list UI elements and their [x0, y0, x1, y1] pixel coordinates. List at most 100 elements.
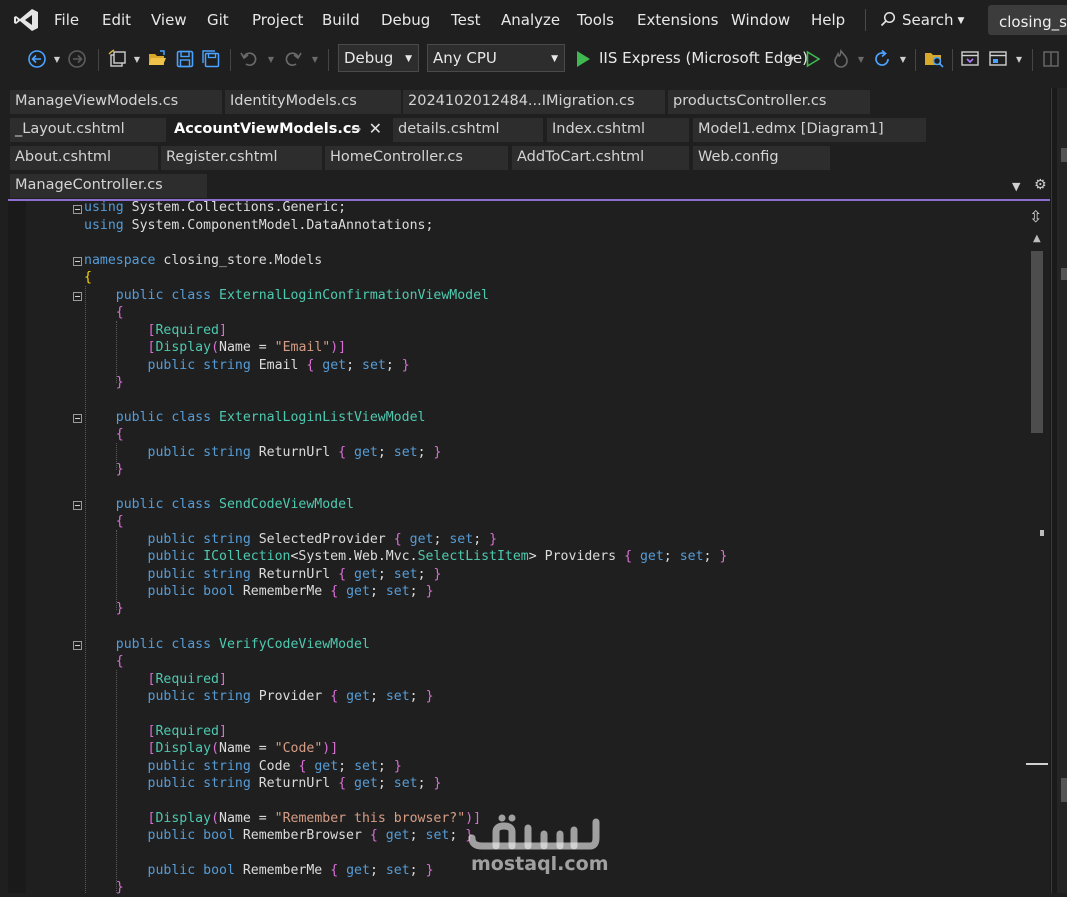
- code-line[interactable]: public ICollection<System.Web.Mvc.Select…: [84, 549, 728, 566]
- tab-about[interactable]: About.cshtml: [10, 146, 158, 170]
- code-line[interactable]: [Display(Name = "Remember this browser?"…: [84, 811, 482, 828]
- tab-identitymodels[interactable]: IdentityModels.cs: [225, 90, 401, 114]
- tab-model1-diagram[interactable]: Model1.edmx [Diagram1]: [693, 118, 926, 142]
- navigate-forward-button[interactable]: [66, 45, 88, 73]
- menu-file[interactable]: File: [54, 11, 79, 29]
- redo-button[interactable]: [282, 45, 304, 73]
- tab-addtocart[interactable]: AddToCart.cshtml: [512, 146, 689, 170]
- code-line[interactable]: public string ReturnUrl { get; set; }: [84, 776, 442, 793]
- tab-list-dropdown-icon[interactable]: ▼: [1012, 180, 1020, 193]
- code-line[interactable]: public class ExternalLoginListViewModel: [84, 410, 426, 427]
- tab-managecontroller[interactable]: ManageController.cs: [10, 174, 207, 198]
- scrollbar-thumb[interactable]: [1031, 251, 1043, 433]
- code-line[interactable]: {: [84, 654, 124, 671]
- tab-webconfig[interactable]: Web.config: [693, 146, 830, 170]
- start-without-debugging-button[interactable]: [803, 45, 823, 73]
- undo-chevron-icon[interactable]: ▼: [266, 45, 276, 73]
- browser-link-button[interactable]: [959, 45, 981, 73]
- new-item-chevron-icon[interactable]: ▼: [132, 45, 142, 73]
- collapse-toggle-icon[interactable]: [73, 292, 82, 301]
- refresh-chevron-icon[interactable]: ▼: [898, 45, 908, 73]
- code-line[interactable]: namespace closing_store.Models: [84, 253, 322, 270]
- pin-icon[interactable]: ⊸: [351, 122, 361, 136]
- tab-register[interactable]: Register.cshtml: [161, 146, 322, 170]
- menu-debug[interactable]: Debug: [381, 11, 430, 29]
- menu-build[interactable]: Build: [322, 11, 360, 29]
- code-line[interactable]: [Display(Name = "Email")]: [84, 340, 347, 357]
- publish-button[interactable]: [987, 45, 1009, 73]
- code-line[interactable]: public class SendCodeViewModel: [84, 497, 354, 514]
- code-line[interactable]: }: [84, 880, 124, 897]
- code-line[interactable]: using System.Collections.Generic;: [84, 200, 346, 217]
- vertical-scrollbar[interactable]: ⇳ ▲: [1026, 201, 1050, 893]
- solution-explorer-button[interactable]: [922, 45, 946, 73]
- code-line[interactable]: public bool RememberBrowser { get; set; …: [84, 828, 474, 845]
- tab-index[interactable]: Index.cshtml: [547, 118, 689, 142]
- code-line[interactable]: {: [84, 305, 124, 322]
- gear-icon[interactable]: ⚙: [1034, 177, 1047, 193]
- menu-help[interactable]: Help: [811, 11, 845, 29]
- menu-test[interactable]: Test: [451, 11, 481, 29]
- save-all-button[interactable]: [200, 45, 222, 73]
- code-line[interactable]: public string ReturnUrl { get; set; }: [84, 445, 442, 462]
- undo-button[interactable]: [238, 45, 260, 73]
- menu-window[interactable]: Window: [731, 11, 790, 29]
- collapse-toggle-icon[interactable]: [73, 257, 82, 266]
- code-line[interactable]: }: [84, 601, 124, 618]
- start-debugging-button[interactable]: [573, 45, 593, 73]
- tab-productscontroller[interactable]: productsController.cs: [668, 90, 870, 114]
- open-file-button[interactable]: [146, 45, 168, 73]
- platform-select[interactable]: Any CPU ▼: [427, 44, 565, 72]
- code-line[interactable]: public string Provider { get; set; }: [84, 689, 434, 706]
- menu-view[interactable]: View: [151, 11, 187, 29]
- back-dropdown-chevron-icon[interactable]: ▼: [52, 45, 62, 73]
- code-line[interactable]: using System.ComponentModel.DataAnnotati…: [84, 218, 433, 235]
- close-icon[interactable]: ✕: [369, 119, 382, 138]
- code-line[interactable]: [Display(Name = "Code")]: [84, 741, 339, 758]
- solution-name-box[interactable]: closing_store: [988, 5, 1067, 35]
- toolbar-overflow-icon[interactable]: ▾: [1012, 45, 1026, 73]
- tab-manageviewmodels[interactable]: ManageViewModels.cs: [10, 90, 222, 114]
- tab-accountviewmodels[interactable]: AccountViewModels.cs ⊸ ✕: [169, 118, 391, 142]
- code-line[interactable]: public string SelectedProvider { get; se…: [84, 532, 498, 549]
- collapse-toggle-icon[interactable]: [73, 414, 82, 423]
- menu-project[interactable]: Project: [252, 11, 303, 29]
- code-line[interactable]: }: [84, 462, 124, 479]
- code-line[interactable]: {: [84, 514, 124, 531]
- layout-button[interactable]: [1040, 45, 1062, 73]
- visual-studio-logo-icon[interactable]: [13, 8, 39, 32]
- scroll-up-arrow-icon[interactable]: ▲: [1033, 233, 1041, 244]
- menu-edit[interactable]: Edit: [102, 11, 131, 29]
- collapse-toggle-icon[interactable]: [73, 501, 82, 510]
- configuration-select[interactable]: Debug ▼: [338, 44, 419, 72]
- code-line[interactable]: }: [84, 375, 124, 392]
- tab-migration[interactable]: 2024102012484...IMigration.cs: [403, 90, 665, 114]
- collapse-toggle-icon[interactable]: [73, 641, 82, 650]
- code-line[interactable]: [Required]: [84, 724, 227, 741]
- code-line[interactable]: [Required]: [84, 323, 227, 340]
- code-line[interactable]: public class VerifyCodeViewModel: [84, 637, 370, 654]
- redo-chevron-icon[interactable]: ▼: [310, 45, 320, 73]
- save-button[interactable]: [174, 45, 196, 73]
- tab-homecontroller[interactable]: HomeController.cs: [325, 146, 508, 170]
- menu-tools[interactable]: Tools: [577, 11, 614, 29]
- hot-reload-chevron-icon[interactable]: ▼: [856, 45, 866, 73]
- search-button[interactable]: Search ▼: [880, 11, 964, 29]
- hot-reload-button[interactable]: [830, 45, 852, 73]
- new-project-button[interactable]: [107, 45, 129, 73]
- code-line[interactable]: [Required]: [84, 672, 227, 689]
- menu-analyze[interactable]: Analyze: [501, 11, 560, 29]
- code-line[interactable]: public bool RememberMe { get; set; }: [84, 584, 434, 601]
- code-line[interactable]: public bool RememberMe { get; set; }: [84, 863, 434, 880]
- navigate-back-button[interactable]: [26, 45, 48, 73]
- code-line[interactable]: public class ExternalLoginConfirmationVi…: [84, 288, 489, 305]
- menu-extensions[interactable]: Extensions: [637, 11, 718, 29]
- split-editor-icon[interactable]: ⇳: [1029, 207, 1042, 226]
- tab-details[interactable]: details.cshtml: [393, 118, 543, 142]
- code-line[interactable]: public string Email { get; set; }: [84, 358, 410, 375]
- code-line[interactable]: {: [84, 427, 124, 444]
- code-line[interactable]: public string Code { get; set; }: [84, 759, 402, 776]
- menu-git[interactable]: Git: [207, 11, 229, 29]
- code-line[interactable]: public string ReturnUrl { get; set; }: [84, 567, 442, 584]
- collapse-toggle-icon[interactable]: [73, 205, 82, 214]
